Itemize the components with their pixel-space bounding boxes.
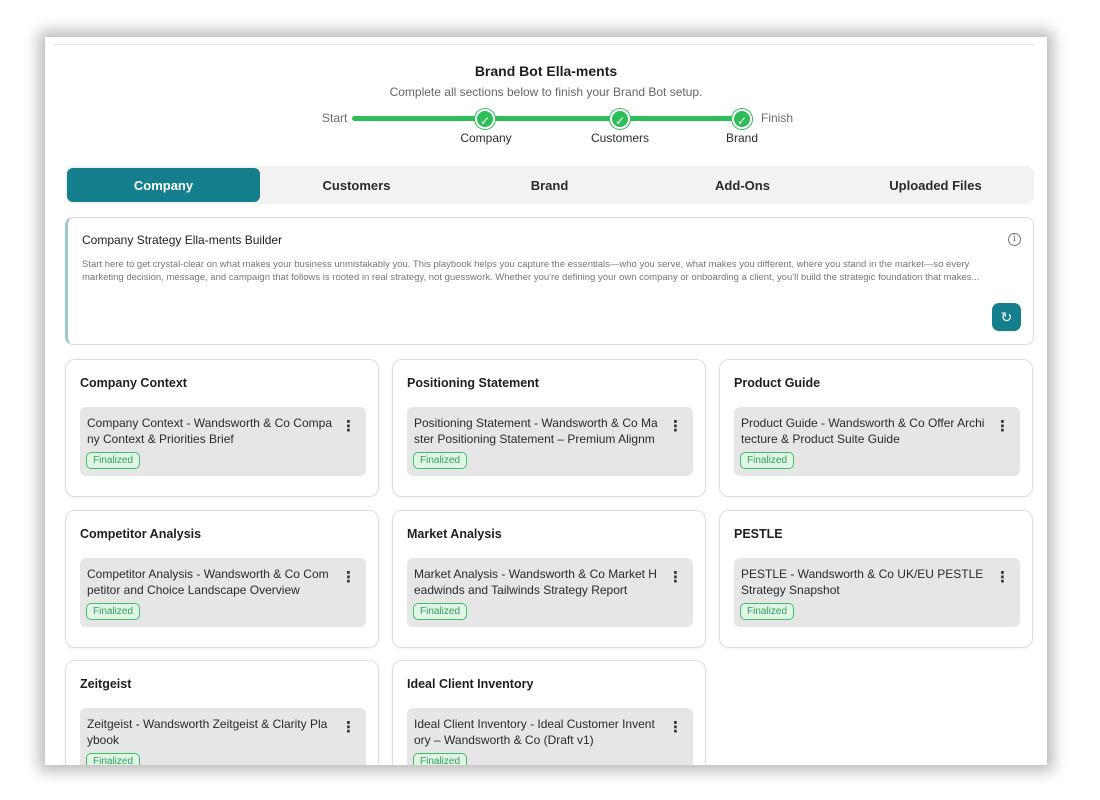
card-title: Product Guide — [734, 376, 821, 390]
progress-track — [352, 116, 743, 121]
document-title: Product Guide - Wandsworth & Co Offer Ar… — [741, 416, 985, 446]
document-item[interactable]: Competitor Analysis - Wandsworth & Co Co… — [80, 558, 366, 627]
document-item[interactable]: Zeitgeist - Wandsworth Zeitgeist & Clari… — [80, 708, 366, 765]
playbook-card: Company Context Company Context - Wandsw… — [65, 359, 379, 497]
playbook-card: Positioning Statement Positioning Statem… — [392, 359, 706, 497]
progress-step-brand: Brand — [725, 131, 759, 145]
progress-finish-label: Finish — [761, 111, 794, 125]
playbook-card: Zeitgeist Zeitgeist - Wandsworth Zeitgei… — [65, 660, 379, 765]
document-title: Company Context - Wandsworth & Co Compan… — [87, 416, 332, 446]
document-item[interactable]: Product Guide - Wandsworth & Co Offer Ar… — [734, 407, 1020, 476]
card-title: Company Context — [80, 376, 187, 390]
more-options-icon[interactable]: ⋮ — [995, 570, 1010, 586]
page-header: Brand Bot Ella-ments Complete all sectio… — [45, 63, 1047, 99]
card-title: Positioning Statement — [407, 376, 539, 390]
more-options-icon[interactable]: ⋮ — [341, 570, 356, 586]
page-subtitle: Complete all sections below to finish yo… — [389, 85, 703, 99]
card-title: PESTLE — [734, 527, 783, 541]
status-badge: Finalized — [740, 452, 795, 469]
top-divider — [53, 44, 1035, 45]
document-title: Market Analysis - Wandsworth & Co Market… — [414, 567, 657, 597]
refresh-icon: ↻ — [1000, 309, 1013, 325]
progress-step-company: Company — [460, 131, 512, 145]
status-badge: Finalized — [86, 603, 141, 620]
more-options-icon[interactable]: ⋮ — [668, 419, 683, 435]
tab-uploaded-files[interactable]: Uploaded Files — [839, 168, 1032, 202]
card-title: Zeitgeist — [80, 677, 132, 691]
more-options-icon[interactable]: ⋮ — [668, 570, 683, 586]
app-window: Brand Bot Ella-ments Complete all sectio… — [45, 37, 1047, 765]
info-icon[interactable]: i — [1008, 233, 1021, 246]
progress-step-customers: Customers — [590, 131, 650, 145]
document-title: Positioning Statement - Wandsworth & Co … — [414, 416, 658, 446]
card-title: Market Analysis — [407, 527, 502, 541]
document-item[interactable]: Company Context - Wandsworth & Co Compan… — [80, 407, 366, 476]
document-item[interactable]: Ideal Client Inventory - Ideal Customer … — [407, 708, 693, 765]
page-title: Brand Bot Ella-ments — [474, 63, 618, 79]
playbook-card: Ideal Client Inventory Ideal Client Inve… — [392, 660, 706, 765]
check-icon: ✓ — [475, 109, 495, 129]
section-tabs: Company Customers Brand Add-Ons Uploaded… — [65, 166, 1034, 204]
document-title: Zeitgeist - Wandsworth Zeitgeist & Clari… — [87, 717, 328, 747]
status-badge: Finalized — [86, 452, 141, 469]
more-options-icon[interactable]: ⋮ — [341, 720, 356, 736]
status-badge: Finalized — [86, 753, 141, 765]
document-title: Competitor Analysis - Wandsworth & Co Co… — [87, 567, 329, 597]
more-options-icon[interactable]: ⋮ — [995, 419, 1010, 435]
playbook-card: Competitor Analysis Competitor Analysis … — [65, 510, 379, 648]
more-options-icon[interactable]: ⋮ — [668, 720, 683, 736]
card-title: Competitor Analysis — [80, 527, 202, 541]
document-item[interactable]: Positioning Statement - Wandsworth & Co … — [407, 407, 693, 476]
tab-company[interactable]: Company — [67, 168, 260, 202]
intro-card: Company Strategy Ella-ments Builder i St… — [65, 217, 1034, 345]
status-badge: Finalized — [413, 452, 468, 469]
status-badge: Finalized — [740, 603, 795, 620]
tab-add-ons[interactable]: Add-Ons — [646, 168, 839, 202]
intro-title: Company Strategy Ella-ments Builder — [82, 233, 283, 247]
status-badge: Finalized — [413, 603, 468, 620]
progress-start-label: Start — [322, 111, 348, 125]
check-icon: ✓ — [610, 109, 630, 129]
document-title: Ideal Client Inventory - Ideal Customer … — [414, 717, 655, 747]
tab-customers[interactable]: Customers — [260, 168, 453, 202]
intro-description: Start here to get crystal-clear on what … — [82, 259, 980, 283]
document-item[interactable]: PESTLE - Wandsworth & Co UK/EU PESTLE St… — [734, 558, 1020, 627]
more-options-icon[interactable]: ⋮ — [341, 419, 356, 435]
playbook-card: PESTLE PESTLE - Wandsworth & Co UK/EU PE… — [719, 510, 1033, 648]
card-title: Ideal Client Inventory — [407, 677, 534, 691]
document-title: PESTLE - Wandsworth & Co UK/EU PESTLE St… — [741, 567, 984, 597]
tab-brand[interactable]: Brand — [453, 168, 646, 202]
status-badge: Finalized — [413, 753, 468, 765]
setup-progress: Start ✓ ✓ ✓ Company Customers Brand Fini… — [45, 109, 1047, 149]
playbook-card: Product Guide Product Guide - Wandsworth… — [719, 359, 1033, 497]
playbook-card: Market Analysis Market Analysis - Wandsw… — [392, 510, 706, 648]
check-icon: ✓ — [732, 109, 752, 129]
refresh-button[interactable]: ↻ — [992, 303, 1021, 331]
document-item[interactable]: Market Analysis - Wandsworth & Co Market… — [407, 558, 693, 627]
